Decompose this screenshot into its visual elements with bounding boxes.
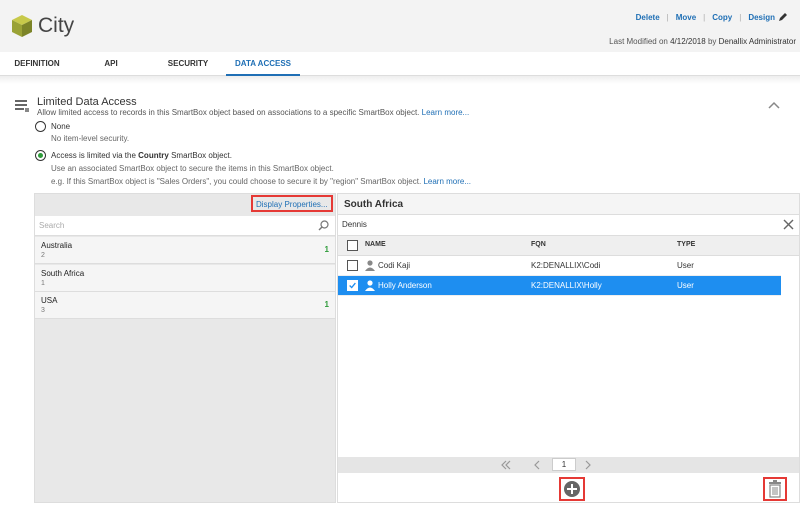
option-none-description: No item-level security. [51, 134, 130, 143]
pagination: 1 [338, 457, 799, 473]
smartbox-cube-icon [12, 15, 32, 37]
plus-circle-icon [564, 481, 580, 497]
country-list-panel: Display Properties... Australia 2 1 Sout… [34, 193, 336, 503]
option-limited-description: Use an associated SmartBox object to sec… [51, 164, 334, 173]
user-filter-input[interactable] [338, 215, 758, 234]
selected-country-title: South Africa [344, 199, 404, 210]
list-item-country[interactable]: South Africa 1 [35, 265, 335, 292]
learn-more-link-2[interactable]: Learn more... [423, 177, 471, 186]
column-type[interactable]: TYPE [677, 241, 695, 248]
next-page-icon[interactable] [582, 459, 594, 471]
search-bar [35, 216, 335, 236]
tab-bar: DEFINITION API SECURITY DATA ACCESS [0, 52, 800, 76]
last-modified-info: Last Modified on 4/12/2018 by Denallix A… [609, 37, 796, 46]
search-input[interactable] [35, 216, 305, 234]
user-filter-bar [338, 215, 799, 236]
association-count: 1 [324, 245, 329, 254]
option-limited-example: e.g. If this SmartBox object is "Sales O… [51, 177, 472, 186]
delete-link[interactable]: Delete [636, 13, 660, 22]
option-limited-label: Access is limited via the Country SmartB… [51, 151, 232, 160]
page-title: City [38, 14, 75, 37]
column-fqn[interactable]: FQN [531, 241, 546, 248]
table-row-selected[interactable]: Holly Anderson K2:DENALLIX\Holly User [338, 276, 781, 296]
chevron-up-icon[interactable] [767, 100, 781, 110]
copy-link[interactable]: Copy [712, 13, 732, 22]
list-item-country[interactable]: Australia 2 1 [35, 237, 335, 264]
page-number[interactable]: 1 [552, 458, 576, 471]
header: City Delete | Move | Copy | Design Last … [0, 0, 800, 52]
tab-data-access[interactable]: DATA ACCESS [226, 52, 300, 76]
table-header: NAME FQN TYPE [338, 236, 799, 256]
pencil-icon[interactable] [778, 12, 788, 22]
radio-limited[interactable] [35, 150, 46, 161]
delete-button[interactable] [763, 477, 787, 501]
display-properties-link[interactable]: Display Properties... [251, 195, 333, 212]
associated-users-panel: South Africa NAME FQN TYPE Codi Kaji K2:… [337, 193, 800, 503]
learn-more-link[interactable]: Learn more... [422, 108, 470, 117]
section-title: Limited Data Access [37, 96, 137, 108]
list-item-country[interactable]: USA 3 1 [35, 292, 335, 319]
row-checkbox[interactable] [347, 260, 358, 271]
first-page-icon[interactable] [500, 459, 512, 471]
association-count: 1 [324, 300, 329, 309]
search-icon[interactable] [318, 220, 329, 231]
header-actions: Delete | Move | Copy | Design [636, 12, 788, 22]
user-icon [365, 260, 375, 271]
design-link[interactable]: Design [748, 13, 775, 22]
list-settings-icon [15, 100, 29, 112]
table-row[interactable]: Codi Kaji K2:DENALLIX\Codi User [338, 256, 781, 276]
move-link[interactable]: Move [676, 13, 696, 22]
section-description: Allow limited access to records in this … [37, 108, 470, 117]
previous-page-icon[interactable] [531, 459, 543, 471]
add-button[interactable] [559, 477, 585, 501]
tab-security[interactable]: SECURITY [166, 52, 210, 76]
select-all-checkbox[interactable] [347, 240, 358, 251]
tab-api[interactable]: API [98, 52, 124, 76]
user-icon [365, 280, 375, 291]
close-icon[interactable] [783, 219, 794, 230]
tab-definition[interactable]: DEFINITION [14, 52, 60, 76]
option-none-label: None [51, 122, 71, 131]
row-checkbox-checked[interactable] [347, 280, 358, 291]
trash-icon [769, 480, 781, 498]
radio-none[interactable] [35, 121, 46, 132]
panel-footer [338, 474, 799, 502]
column-name[interactable]: NAME [365, 241, 386, 248]
